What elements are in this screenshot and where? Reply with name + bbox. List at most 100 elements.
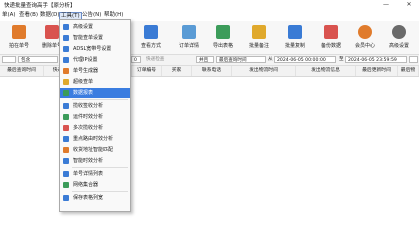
multi-pickup-icon — [63, 125, 69, 131]
analysis-icon — [63, 103, 69, 109]
batch-copy-label: 批量复制 — [284, 43, 305, 49]
time-field-select[interactable]: 最后查询时间 — [216, 56, 266, 63]
app-title: 快递批量查询高手【原分析】 — [4, 3, 76, 9]
super-query-icon — [63, 79, 69, 85]
menu-separator — [72, 191, 128, 192]
to-label: 至 — [339, 57, 344, 62]
batch-note-button[interactable]: 批量备注 — [240, 25, 278, 53]
col-phone[interactable]: 联系电话 — [192, 66, 232, 76]
member-center-label: 会员中心 — [354, 43, 375, 49]
list-icon — [63, 171, 69, 177]
menu-item-network-collector[interactable]: 网络集合器 — [60, 180, 130, 190]
menu-item-super-query[interactable]: 超级查单 — [60, 77, 130, 87]
close-button[interactable]: ✕ — [403, 0, 415, 9]
menu-item-advanced-settings[interactable]: 高级设置 — [60, 22, 130, 32]
menu-item-label: 网络集合器 — [73, 182, 99, 188]
to-datetime-input[interactable]: 2024-06-05 23:59:59 — [345, 56, 407, 63]
menu-item-address-match[interactable]: 收货地址智能匹配 — [60, 145, 130, 155]
order-detail-button[interactable]: 订单详情 — [170, 25, 208, 53]
proxy-icon — [63, 57, 69, 63]
advanced-settings-button[interactable]: 高级设置 — [380, 25, 418, 53]
title-bar: 快递批量查询高手【原分析】 — ✕ — [0, 0, 419, 10]
backup-icon — [324, 25, 338, 39]
check-label: 快递检查 — [146, 57, 165, 62]
menu-item-label: 单号详情列表 — [73, 171, 104, 177]
route-icon — [63, 136, 69, 142]
address-icon — [63, 147, 69, 153]
view-icon — [144, 25, 158, 39]
match-select[interactable]: 包含 — [18, 56, 58, 63]
col-ship-time[interactable]: 发出物流时间 — [232, 66, 296, 76]
menu-item-label: 智能时效分析 — [73, 158, 104, 164]
field-select[interactable] — [2, 56, 16, 63]
menu-item-label: 超级查单 — [73, 79, 94, 85]
batch-copy-button[interactable]: 批量复制 — [276, 25, 314, 53]
export-table-button[interactable]: 导出表格 — [204, 25, 242, 53]
menu-item-label: 运件时效分析 — [73, 114, 104, 120]
member-icon — [358, 25, 372, 39]
menu-item-save-column-width[interactable]: 保存表格列宽 — [60, 193, 130, 203]
tools-dropdown-menu: 高级设置 智能查单设置 ADSL宽带号设置 代理IP设置 单号生成器 超级查单 … — [59, 19, 131, 212]
menu-item-number-generator[interactable]: 单号生成器 — [60, 66, 130, 76]
menu-item-label: 多次揽收分析 — [73, 125, 104, 131]
menu-data[interactable]: 数据(D) — [40, 12, 60, 19]
menu-item-label: ADSL宽带号设置 — [73, 46, 112, 52]
col-last-update[interactable]: 最后更新时间 — [356, 66, 398, 76]
menu-item-data-report[interactable]: 数据报表 — [60, 88, 130, 98]
report-icon — [63, 90, 69, 96]
menu-item-label: 代理IP设置 — [73, 57, 98, 63]
view-mode-button[interactable]: 查看方式 — [132, 25, 170, 53]
member-center-button[interactable]: 会员中心 — [346, 25, 384, 53]
export-table-label: 导出表格 — [212, 43, 233, 49]
menu-item-smart-query-settings[interactable]: 智能查单设置 — [60, 33, 130, 43]
edit-icon — [12, 25, 26, 39]
advanced-settings-label: 高级设置 — [388, 43, 409, 49]
clock-icon — [63, 158, 69, 164]
backup-data-label: 备份数据 — [320, 43, 341, 49]
col-order-no[interactable]: 订单编号 — [132, 66, 162, 76]
filter-extra-button[interactable] — [409, 56, 418, 63]
menu-item-proxy-ip-settings[interactable]: 代理IP设置 — [60, 55, 130, 65]
order-detail-label: 订单详情 — [178, 43, 199, 49]
menu-item-label: 单号生成器 — [73, 68, 99, 74]
col-last-query-time[interactable]: 最后查询时间 — [0, 66, 44, 76]
menu-order[interactable]: 单(A) — [2, 12, 16, 19]
menu-item-transit-time-analysis[interactable]: 运件时效分析 — [60, 112, 130, 122]
save-icon — [63, 195, 69, 201]
menu-notice[interactable]: 公告(N) — [82, 12, 101, 19]
backup-data-button[interactable]: 备份数据 — [312, 25, 350, 53]
menu-item-multiple-pickup-analysis[interactable]: 多次揽收分析 — [60, 123, 130, 133]
menu-view[interactable]: 查看(B) — [19, 12, 38, 19]
batch-note-label: 批量备注 — [248, 43, 269, 49]
menu-item-label: 重点路由时效分析 — [73, 136, 114, 142]
menu-item-label: 智能查单设置 — [73, 35, 104, 41]
export-icon — [216, 25, 230, 39]
generator-icon — [63, 68, 69, 74]
menu-item-pickup-sign-analysis[interactable]: 揽收签收分析 — [60, 101, 130, 111]
col-buyer[interactable]: 买家 — [162, 66, 192, 76]
col-last-logistics[interactable]: 最后物 — [398, 66, 419, 76]
menu-item-order-detail-list[interactable]: 单号详情列表 — [60, 169, 130, 179]
menu-separator — [72, 99, 128, 100]
menu-item-smart-time-analysis[interactable]: 智能时效分析 — [60, 156, 130, 166]
collector-icon — [63, 182, 69, 188]
menu-item-key-route-analysis[interactable]: 重点路由时效分析 — [60, 134, 130, 144]
menu-separator — [72, 167, 128, 168]
menu-item-label: 收货地址智能匹配 — [73, 147, 114, 153]
delete-icon — [45, 25, 59, 39]
menu-help[interactable]: 帮助(H) — [104, 12, 123, 19]
logic-select[interactable]: 并且 — [196, 56, 214, 63]
transit-icon — [63, 114, 69, 120]
from-label: 从 — [268, 57, 273, 62]
col-ship-info[interactable]: 发出物流信息 — [296, 66, 356, 76]
network-icon — [63, 46, 69, 52]
from-datetime-input[interactable]: 2024-06-05 00:00:00 — [274, 56, 336, 63]
menu-item-label: 高级设置 — [73, 24, 94, 30]
menu-item-label: 数据报表 — [73, 90, 94, 96]
minimize-button[interactable]: — — [380, 0, 392, 9]
view-mode-label: 查看方式 — [140, 43, 161, 49]
settings-icon — [392, 25, 406, 39]
detail-icon — [182, 25, 196, 39]
number-input[interactable]: 0 — [131, 56, 141, 63]
menu-item-adsl-settings[interactable]: ADSL宽带号设置 — [60, 44, 130, 54]
